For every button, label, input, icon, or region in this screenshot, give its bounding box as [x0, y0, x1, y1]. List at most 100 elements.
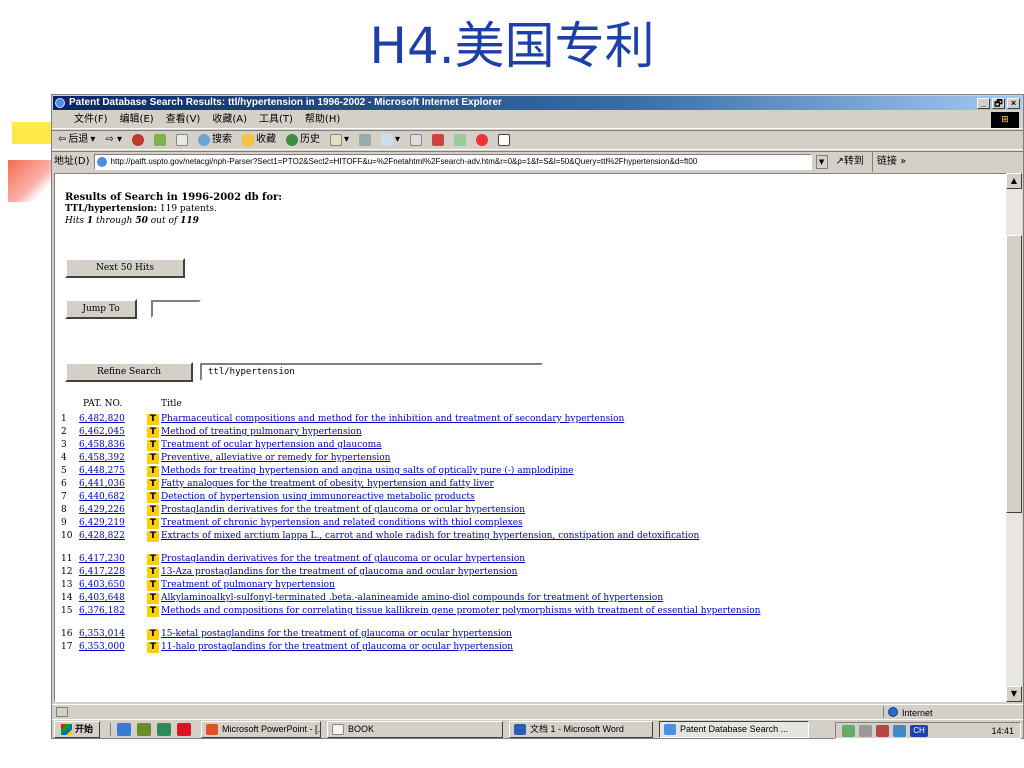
full-text-icon[interactable]: T [147, 505, 159, 516]
scroll-down-icon[interactable]: ▼ [1006, 686, 1022, 702]
menu-edit[interactable]: 编辑(E) [120, 111, 154, 128]
full-text-icon[interactable]: T [147, 567, 159, 578]
patent-number-link[interactable]: 6,376,182 [79, 605, 125, 618]
full-text-icon[interactable]: T [147, 479, 159, 490]
full-text-icon[interactable]: T [147, 554, 159, 565]
menu-tools[interactable]: 工具(T) [259, 111, 293, 128]
address-input[interactable]: http://patft.uspto.gov/netacgi/nph-Parse… [93, 153, 812, 170]
full-text-icon[interactable]: T [147, 440, 159, 451]
qq-icon[interactable] [476, 134, 489, 146]
full-text-icon[interactable]: T [147, 580, 159, 591]
patent-title-link[interactable]: Extracts of mixed arctium lappa L., carr… [161, 531, 941, 542]
patent-title-link[interactable]: Fatty analogues for the treatment of obe… [161, 478, 494, 491]
window-icon[interactable] [498, 134, 511, 146]
patent-title-link[interactable]: Methods for treating hypertension and an… [161, 465, 574, 478]
task-word[interactable]: 文档 1 - Microsoft Word [509, 721, 654, 738]
patent-number-link[interactable]: 6,441,036 [79, 478, 125, 491]
home-icon[interactable] [176, 134, 188, 146]
full-text-icon[interactable]: T [147, 453, 159, 464]
patent-title-link[interactable]: Preventive, alleviative or remedy for hy… [161, 452, 390, 465]
patent-number-link[interactable]: 6,482,820 [79, 413, 125, 426]
start-button[interactable]: 开始 [54, 721, 101, 738]
restore-button[interactable]: 🗗 [992, 98, 1005, 109]
patent-title-link[interactable]: Prostaglandin derivatives for the treatm… [161, 504, 525, 517]
forward-button[interactable]: ⇨ ▾ [105, 130, 122, 150]
patent-title-link[interactable]: 11-halo prostaglandins for the treatment… [161, 641, 513, 654]
outlook-quicklaunch-icon[interactable] [137, 723, 152, 736]
edit-icon[interactable]: ▾ [381, 130, 400, 150]
network-icon[interactable] [842, 724, 855, 737]
close-button[interactable]: × [1007, 98, 1020, 109]
messenger-icon[interactable] [454, 134, 467, 146]
patent-number-link[interactable]: 6,353,000 [79, 641, 125, 654]
tool-icon[interactable] [432, 134, 445, 146]
patent-title-link[interactable]: Prostaglandin derivatives for the treatm… [161, 553, 525, 566]
address-dropdown-icon[interactable]: ▼ [815, 154, 828, 169]
refine-search-button[interactable]: Refine Search [65, 362, 193, 382]
full-text-icon[interactable]: T [147, 531, 159, 542]
jump-to-button[interactable]: Jump To [65, 299, 137, 319]
jump-to-input[interactable] [151, 300, 201, 318]
task-patent-search[interactable]: Patent Database Search ... [659, 721, 810, 738]
patent-title-link[interactable]: Treatment of chronic hypertension and re… [161, 517, 523, 530]
patent-number-link[interactable]: 6,417,230 [79, 553, 125, 566]
patent-number-link[interactable]: 6,429,219 [79, 517, 125, 530]
search-button[interactable]: 搜索 [198, 130, 232, 150]
discuss-icon[interactable] [410, 134, 423, 146]
scroll-thumb[interactable] [1006, 235, 1022, 513]
patent-title-link[interactable]: Alkylaminoalkyl-sulfonyl-terminated .bet… [161, 592, 663, 605]
patent-number-link[interactable]: 6,353,014 [79, 628, 125, 641]
patent-title-link[interactable]: Treatment of pulmonary hypertension [161, 579, 335, 592]
patent-number-link[interactable]: 6,458,392 [79, 452, 125, 465]
patent-number-link[interactable]: 6,417,228 [79, 566, 125, 579]
patent-number-link[interactable]: 6,428,822 [79, 530, 125, 543]
patent-title-link[interactable]: Method of treating pulmonary hypertensio… [161, 426, 362, 439]
refine-search-input[interactable]: ttl/hypertension [200, 363, 543, 381]
menu-help[interactable]: 帮助(H) [305, 111, 340, 128]
window-titlebar[interactable]: Patent Database Search Results: ttl/hype… [53, 96, 1022, 110]
full-text-icon[interactable]: T [147, 427, 159, 438]
go-button[interactable]: ↗转到 [832, 152, 868, 172]
refresh-icon[interactable] [154, 134, 166, 146]
patent-number-link[interactable]: 6,403,650 [79, 579, 125, 592]
full-text-icon[interactable]: T [147, 593, 159, 604]
full-text-icon[interactable]: T [147, 414, 159, 425]
next-hits-button[interactable]: Next 50 Hits [65, 258, 185, 278]
full-text-icon[interactable]: T [147, 642, 159, 653]
patent-title-link[interactable]: Methods and compositions for correlating… [161, 606, 941, 617]
task-book[interactable]: BOOK [327, 721, 504, 738]
full-text-icon[interactable]: T [147, 466, 159, 477]
vertical-scrollbar[interactable]: ▲ ▼ [1006, 173, 1022, 702]
menu-view[interactable]: 查看(V) [166, 111, 201, 128]
full-text-icon[interactable]: T [147, 518, 159, 529]
back-button[interactable]: ⇦ 后退 ▾ [58, 130, 95, 150]
menu-file[interactable]: 文件(F) [74, 111, 108, 128]
desktop-quicklaunch-icon[interactable] [157, 723, 172, 736]
patent-number-link[interactable]: 6,429,226 [79, 504, 125, 517]
full-text-icon[interactable]: T [147, 606, 159, 617]
scroll-up-icon[interactable]: ▲ [1006, 173, 1022, 189]
favorites-button[interactable]: 收藏 [242, 130, 276, 150]
ime-indicator[interactable]: CH [910, 724, 928, 737]
print-icon[interactable] [359, 134, 372, 146]
tray-app-icon[interactable] [893, 724, 906, 737]
task-powerpoint[interactable]: Microsoft PowerPoint - [... [201, 721, 322, 738]
links-button[interactable]: 链接 » [871, 151, 906, 172]
full-text-icon[interactable]: T [147, 492, 159, 503]
menu-favorites[interactable]: 收藏(A) [212, 111, 247, 128]
patent-title-link[interactable]: Treatment of ocular hypertension and gla… [161, 439, 382, 452]
mail-icon[interactable]: ▾ [330, 130, 349, 150]
patent-number-link[interactable]: 6,448,275 [79, 465, 125, 478]
volume-icon[interactable] [859, 724, 872, 737]
history-button[interactable]: 历史 [286, 130, 320, 150]
app-quicklaunch-icon[interactable] [177, 723, 192, 736]
stop-icon[interactable] [132, 134, 144, 146]
patent-number-link[interactable]: 6,462,045 [79, 426, 125, 439]
patent-title-link[interactable]: Pharmaceutical compositions and method f… [161, 413, 624, 426]
patent-title-link[interactable]: 15-ketal postaglandins for the treatment… [161, 628, 512, 641]
antivirus-icon[interactable] [876, 724, 889, 737]
patent-number-link[interactable]: 6,440,682 [79, 491, 125, 504]
patent-number-link[interactable]: 6,458,836 [79, 439, 125, 452]
minimize-button[interactable]: _ [977, 98, 990, 109]
patent-title-link[interactable]: Detection of hypertension using immunore… [161, 491, 475, 504]
